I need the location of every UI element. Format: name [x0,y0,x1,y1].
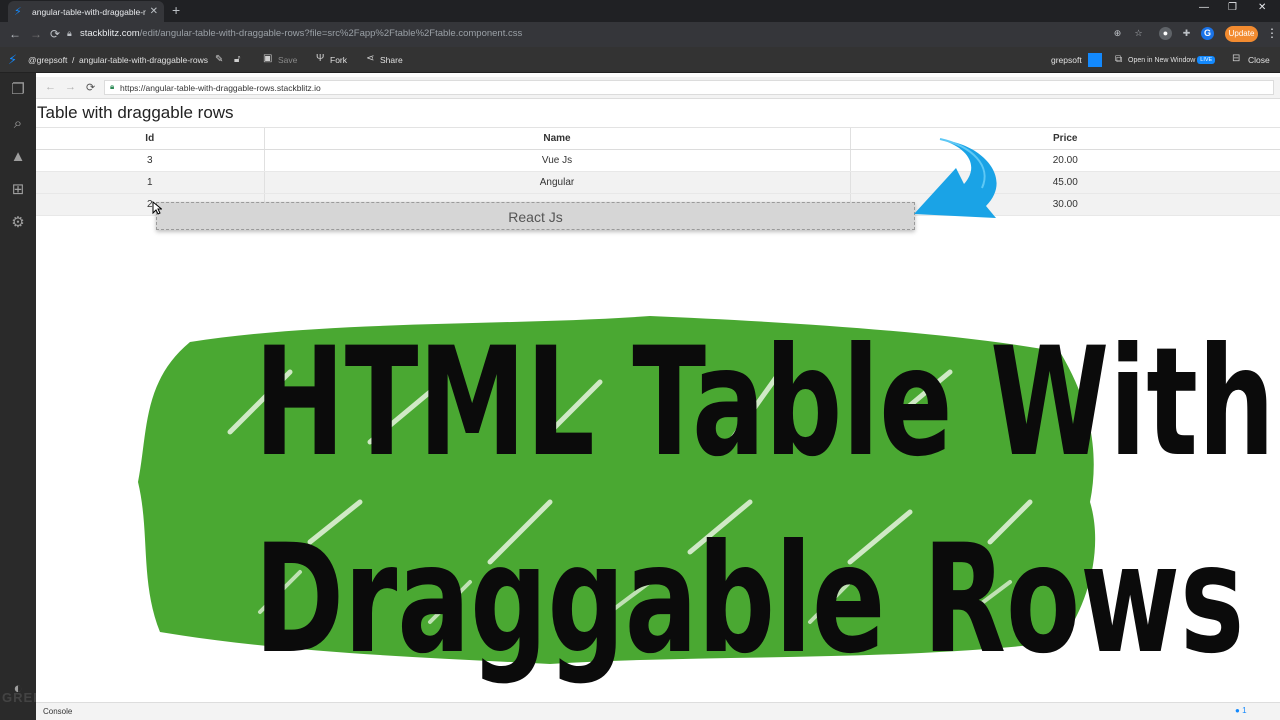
share-icon: ⋖ [366,53,375,64]
watermark: GREPSOFT [2,690,82,705]
preview-url-field[interactable]: 🔒︎ https://angular-table-with-draggable-… [104,80,1274,95]
reload-icon[interactable]: ⟳ [50,27,60,41]
project-name[interactable]: angular-table-with-draggable-rows [79,55,208,65]
fork-icon: Ψ [316,53,325,64]
console-label[interactable]: Console [43,707,72,716]
mouse-cursor-icon [152,201,162,215]
minimize-icon[interactable]: — [1199,2,1209,13]
preview-lock-icon: 🔒︎ [110,82,115,91]
console-count: 1 [1242,706,1247,715]
fork-button[interactable]: Fork [330,55,347,65]
search-icon[interactable]: ⌕ [9,115,27,133]
open-window-icon: ⧉ [1115,54,1123,65]
tab-title: angular-table-with-draggable-ro [32,6,146,17]
stackblitz-toolbar: ⚡ @grepsoft / angular-table-with-draggab… [0,47,1280,73]
table-header-row: Id Name Price [36,127,1280,150]
table-row[interactable]: 3 Vue Js 20.00 [36,149,1280,172]
save-icon: ▣ [263,53,273,64]
banner-title-line-2: Draggable Rows [254,513,1245,687]
browser-toolbar: ← → ⟳ 🔒︎ stackblitz.com/edit/angular-tab… [0,22,1280,47]
install-icon[interactable]: ⊕ [1111,27,1124,40]
dragged-row-preview[interactable]: React Js [156,202,915,230]
share-button[interactable]: Share [380,55,403,65]
forward-icon[interactable]: → [30,27,42,41]
files-icon[interactable]: ❐ [9,81,27,99]
close-window-icon[interactable]: ✕ [1258,2,1266,13]
stackblitz-bolt-icon: ⚡ [14,5,22,18]
back-icon[interactable]: ← [9,27,21,41]
new-tab-icon[interactable]: + [172,3,180,17]
open-in-new-window-button[interactable]: Open in New Window LIVE [1128,56,1216,64]
lock-icon: 🔒︎ [67,28,72,38]
account-name[interactable]: grepsoft [1051,55,1082,65]
url-host: stackblitz.com [80,28,140,39]
dragged-row-label: React Js [508,209,563,225]
extensions-puzzle-icon[interactable]: ✚ [1180,27,1193,40]
info-icon: ● [1235,706,1240,715]
preview-reload-icon[interactable]: ⟳ [86,81,95,94]
url-path: /edit/angular-table-with-draggable-rows?… [139,28,523,39]
edit-pencil-icon[interactable]: ✎ [215,54,223,65]
bookmark-star-icon[interactable]: ☆ [1132,27,1145,40]
breadcrumb-separator: / [72,55,75,65]
project-owner[interactable]: @grepsoft [28,55,67,65]
close-tab-icon[interactable]: ✕ [150,6,158,17]
activity-bar: ❐ ⌕ ▲ ⊞ ⚙ ◐ [0,73,36,720]
chrome-menu-icon[interactable]: ⋮ [1266,26,1278,40]
browser-tab[interactable]: ⚡ angular-table-with-draggable-ro ✕ [8,1,164,22]
firebase-icon[interactable]: ▲ [9,148,27,166]
console-panel-bar[interactable]: Console ● 1 [36,702,1280,720]
banner-title-line-1: HTML Table With [254,316,1275,490]
preview-back-icon[interactable]: ← [45,81,56,93]
preview-address-bar: ← → ⟳ 🔒︎ https://angular-table-with-drag… [36,77,1280,99]
cell-id: 1 [36,171,264,194]
profile-avatar[interactable]: G [1201,27,1214,40]
address-bar[interactable]: stackblitz.com/edit/angular-table-with-d… [80,28,522,39]
cell-name: Vue Js [263,149,850,172]
update-button[interactable]: Update [1225,26,1258,42]
account-avatar[interactable] [1088,53,1102,67]
browser-tab-strip: ⚡ angular-table-with-draggable-ro ✕ + — … [0,0,1280,22]
close-preview-icon: ⊟ [1232,53,1241,64]
save-button[interactable]: Save [278,55,297,65]
cell-id: 3 [36,149,264,172]
preview-forward-icon[interactable]: → [65,81,76,93]
column-header-name: Name [263,127,850,150]
stackblitz-logo-icon[interactable]: ⚡ [8,52,17,68]
curved-arrow-icon [914,138,997,218]
cell-name: Angular [263,171,850,194]
restore-icon[interactable]: ❐ [1228,2,1237,13]
extensions-icon[interactable]: ⊞ [9,181,27,199]
column-header-id: Id [36,127,264,150]
page-heading: Table with draggable rows [37,103,234,122]
settings-gear-icon[interactable]: ⚙ [9,214,27,232]
extension-icon[interactable]: ● [1159,27,1172,40]
close-button[interactable]: Close [1248,55,1270,65]
unlock-icon[interactable]: 🔓︎ [234,54,240,65]
table-row[interactable]: 1 Angular 45.00 [36,171,1280,194]
console-badge[interactable]: ● 1 [1235,706,1247,715]
preview-url: https://angular-table-with-draggable-row… [120,83,321,93]
live-badge: LIVE [1197,56,1216,64]
open-in-new-window-label: Open in New Window [1128,57,1196,64]
